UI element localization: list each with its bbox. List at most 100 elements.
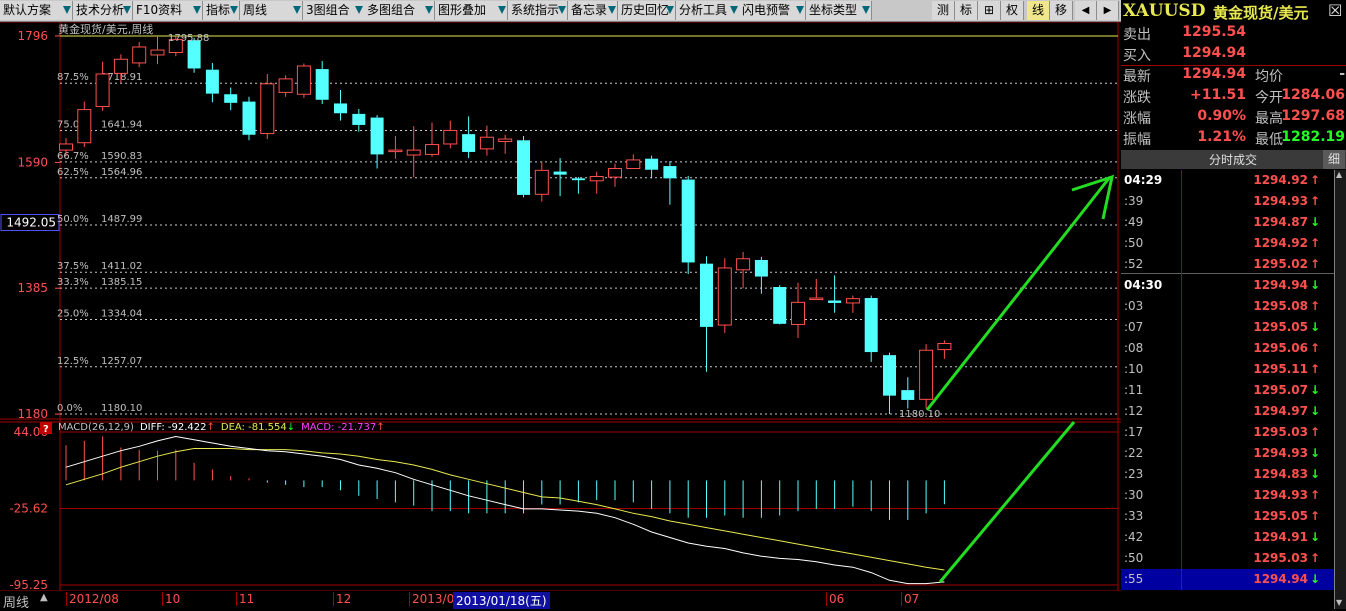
arrow-up-icon: ↑ — [1310, 194, 1321, 208]
candle — [901, 377, 915, 409]
annotation-line — [938, 421, 1076, 583]
mode-button-4[interactable]: 权 — [1001, 1, 1024, 20]
candle — [626, 154, 641, 170]
menu-3[interactable]: F10资料 — [133, 1, 203, 20]
tick-row[interactable]: :49 1294.87 ↓ — [1121, 212, 1334, 233]
fib-value: 1180.10 — [101, 403, 142, 414]
x-axis-label: 2012/08 — [66, 592, 119, 606]
fib-pct: 12.5% — [57, 356, 89, 367]
candle — [150, 36, 165, 65]
tick-time: :55 — [1124, 572, 1144, 586]
menu-4[interactable]: 指标 — [203, 1, 240, 20]
kline-chart[interactable]: 17961590138511801492.0587.5% 1718.9175.0%… — [0, 22, 1121, 591]
mode-button-2[interactable]: 标 — [955, 1, 978, 20]
mode-button-3[interactable]: ⊞ — [978, 1, 1001, 20]
tick-row[interactable]: :33 1295.05 ↑ — [1121, 506, 1334, 527]
mode-button-5[interactable]: 线 — [1027, 1, 1050, 20]
mode-button-1[interactable]: 测 — [932, 1, 955, 20]
tick-row[interactable]: :23 1294.83 ↓ — [1121, 464, 1334, 485]
dropdown-arrow-icon — [355, 6, 363, 14]
quote-row: 涨跌 +11.51 今开 1284.06 — [1121, 85, 1346, 106]
scroll-up-icon[interactable]: ▲ — [40, 592, 48, 603]
candle — [773, 285, 787, 325]
x-axis-label: 06 — [826, 592, 844, 606]
tick-scrollbar[interactable]: ▲ ▼ — [1334, 170, 1346, 609]
quote-value: 1294.94 — [1182, 45, 1246, 61]
close-icon[interactable]: ☒ — [1328, 1, 1342, 20]
tick-time: :50 — [1124, 551, 1144, 565]
chart-title: 黄金现货/美元,周线 — [58, 22, 153, 36]
menu-13[interactable]: 闪电预警 — [739, 1, 806, 20]
tick-row[interactable]: :22 1294.93 ↓ — [1121, 443, 1334, 464]
mode-button-6[interactable]: 移 — [1050, 1, 1073, 20]
x-axis-label: 12 — [333, 592, 351, 606]
scroll-down-arrow-icon[interactable]: ▼ — [1336, 598, 1342, 607]
arrow-down-icon: ↓ — [1310, 572, 1321, 586]
tick-row[interactable]: :55 1294.94 ↓ — [1121, 569, 1334, 590]
tick-row[interactable]: :03 1295.08 ↑ — [1121, 296, 1334, 317]
quote-row: 卖出 1295.54 — [1121, 22, 1346, 43]
menu-2[interactable]: 技术分析 — [73, 1, 133, 20]
arrow-up-icon: ↑ — [1310, 362, 1321, 376]
fib-value: 1564.96 — [101, 167, 142, 178]
tick-row[interactable]: 04:30 1294.94 ↓ — [1121, 275, 1334, 296]
symbol-title-bar: XAUUSD 黄金现货/美元 ☒ — [1121, 0, 1346, 22]
tick-row[interactable]: :50 1295.03 ↑ — [1121, 548, 1334, 569]
tick-row[interactable]: :42 1294.91 ↓ — [1121, 527, 1334, 548]
menu-10[interactable]: 备忘录 — [568, 1, 618, 20]
tick-price: 1294.93 — [1253, 194, 1308, 208]
menu-8[interactable]: 图形叠加 — [435, 1, 508, 20]
tick-row[interactable]: :39 1294.93 ↑ — [1121, 191, 1334, 212]
menu-9[interactable]: 系统指示 — [508, 1, 568, 20]
tick-row[interactable]: :17 1295.03 ↑ — [1121, 422, 1334, 443]
candle — [315, 61, 329, 105]
quote-divider — [1121, 65, 1346, 66]
period-label[interactable]: 周线 — [3, 592, 29, 611]
tick-price: 1295.07 — [1253, 383, 1308, 397]
dropdown-arrow-icon — [796, 6, 804, 14]
menu-12[interactable]: 分析工具 — [676, 1, 740, 20]
tick-time: :07 — [1124, 320, 1144, 334]
detail-button[interactable]: 细 — [1323, 150, 1345, 169]
tick-price: 1294.87 — [1253, 215, 1308, 229]
tick-row[interactable]: 04:29 1294.92 ↑ — [1121, 170, 1334, 191]
quote-label: 卖出 — [1123, 27, 1151, 43]
candle — [645, 155, 659, 179]
menu-7[interactable]: 多图组合 — [364, 1, 435, 20]
tick-row[interactable]: :52 1295.02 ↑ — [1121, 254, 1334, 275]
arrow-up-icon: ↑ — [1310, 425, 1321, 439]
menu-14[interactable]: 坐标类型 — [806, 1, 872, 20]
quote-value-2: 1282.19 — [1281, 129, 1345, 145]
candle — [260, 73, 275, 140]
fib-value: 1257.07 — [101, 356, 142, 367]
tick-price: 1294.92 — [1253, 236, 1308, 250]
symbol-name: 黄金现货/美元 — [1213, 4, 1309, 22]
top-toolbar: 默认方案 技术分析 F10资料 指标 周线 3图组合 多图组合 图形叠加 系统指示 备忘录 历史回忆… — [0, 0, 1121, 22]
tick-row[interactable]: :12 1294.97 ↓ — [1121, 401, 1334, 422]
arrow-up-icon: ↑ — [1310, 173, 1321, 187]
tick-row[interactable]: :11 1295.07 ↓ — [1121, 380, 1334, 401]
tick-price: 1294.97 — [1253, 404, 1308, 418]
scroll-up-arrow-icon[interactable]: ▲ — [1336, 170, 1342, 179]
macd-axis-label: -95.25 — [9, 578, 48, 591]
macd-axis-label: -25.62 — [9, 502, 48, 516]
prev-page-button[interactable]: ◀ — [1075, 1, 1097, 20]
arrow-down-icon: ↓ — [1310, 215, 1321, 229]
next-page-button[interactable]: ▶ — [1097, 1, 1119, 20]
candle — [278, 75, 293, 97]
dropdown-arrow-icon — [63, 6, 71, 14]
tick-time: :12 — [1124, 404, 1144, 418]
quote-label-2: 最高 — [1255, 111, 1283, 127]
tick-row[interactable]: :08 1295.06 ↑ — [1121, 338, 1334, 359]
candle — [425, 122, 439, 157]
dropdown-arrow-icon — [425, 6, 433, 14]
tick-row[interactable]: :50 1294.92 ↑ — [1121, 233, 1334, 254]
menu-1[interactable]: 默认方案 — [0, 1, 73, 20]
menu-11[interactable]: 历史回忆 — [618, 1, 676, 20]
tick-row[interactable]: :07 1295.05 ↓ — [1121, 317, 1334, 338]
tick-row[interactable]: :30 1294.93 ↑ — [1121, 485, 1334, 506]
tick-row[interactable]: :10 1295.11 ↑ — [1121, 359, 1334, 380]
menu-5[interactable]: 周线 — [240, 1, 303, 20]
menu-6[interactable]: 3图组合 — [303, 1, 365, 20]
menu-label: 闪电预警 — [742, 3, 791, 17]
